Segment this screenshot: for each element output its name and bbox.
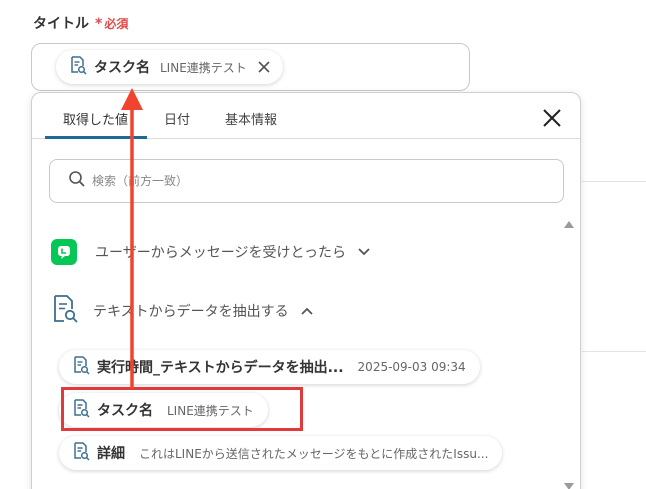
scroll-down-icon[interactable] [564, 483, 574, 489]
group-extract-text[interactable]: テキストからデータを抽出する [51, 294, 313, 328]
scrollbar[interactable] [561, 221, 577, 489]
tab-date[interactable]: 日付 [164, 109, 190, 128]
picker-tabs: 取得した値 日付 基本情報 [32, 93, 580, 139]
search-input[interactable] [92, 174, 492, 188]
search-box[interactable] [49, 159, 564, 203]
item-value: これはLINEから送信されたメッセージをもとに作成されたIssu... [139, 446, 489, 461]
document-search-icon [71, 355, 91, 379]
title-value-chip[interactable]: タスク名 LINE連携テスト [56, 50, 283, 84]
chip-source: LINE連携テスト [160, 60, 247, 75]
value-item-details[interactable]: 詳細 これはLINEから送信されたメッセージをもとに作成されたIssu... [59, 436, 503, 470]
field-label-text: タイトル [33, 16, 89, 32]
field-label: タイトル * 必須 [33, 13, 128, 33]
remove-chip-icon[interactable] [257, 60, 271, 74]
background-divider [582, 351, 646, 352]
value-item-exec-time[interactable]: 実行時間_テキストからデータを抽出... 2025-09-03 09:34 [59, 350, 480, 384]
tab-basic-info[interactable]: 基本情報 [225, 109, 277, 128]
required-mark: * [95, 16, 103, 32]
document-search-icon [68, 55, 88, 79]
chevron-down-icon[interactable] [358, 248, 370, 256]
tab-acquired-values[interactable]: 取得した値 [63, 109, 128, 128]
item-name: 詳細 [97, 446, 125, 462]
active-tab-indicator [45, 136, 147, 139]
document-search-icon [51, 294, 79, 328]
group-label: テキストからデータを抽出する [93, 304, 289, 320]
item-name: 実行時間_テキストからデータを抽出... [97, 360, 344, 376]
group-line-trigger[interactable]: ユーザーからメッセージを受けとったら [51, 239, 370, 265]
close-icon[interactable] [541, 107, 563, 129]
chevron-up-icon[interactable] [300, 307, 313, 315]
document-search-icon [71, 441, 91, 465]
item-value: 2025-09-03 09:34 [357, 360, 466, 374]
group-label: ユーザーからメッセージを受けとったら [95, 245, 347, 261]
required-text: 必須 [104, 17, 129, 31]
scroll-up-icon[interactable] [564, 221, 574, 228]
selection-highlight [61, 387, 303, 431]
background-divider [582, 181, 646, 182]
chip-name: タスク名 [94, 60, 150, 76]
search-icon [68, 170, 86, 192]
line-app-icon [51, 239, 77, 265]
